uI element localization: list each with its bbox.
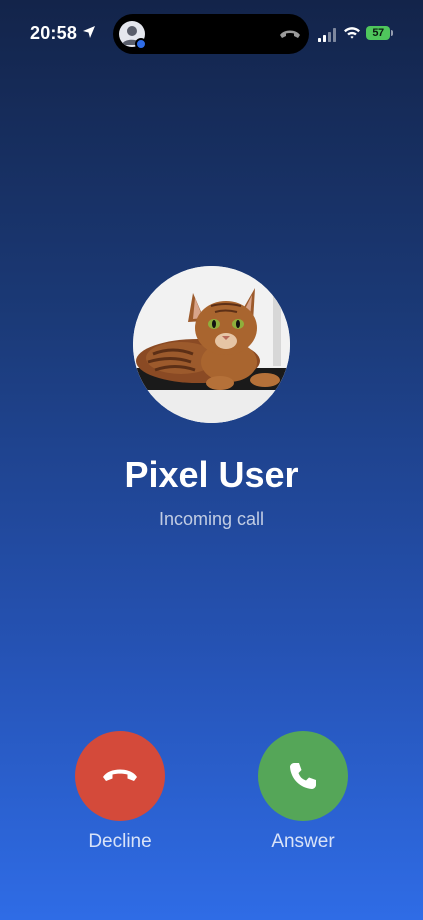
- contact-photo: [133, 266, 290, 423]
- answer-button[interactable]: [258, 731, 348, 821]
- badge-icon: [135, 38, 147, 50]
- cellular-icon: [318, 28, 336, 42]
- decline-button[interactable]: [75, 731, 165, 821]
- dynamic-island[interactable]: [113, 14, 309, 54]
- status-time: 20:58: [30, 23, 78, 43]
- contact-name: Pixel User: [124, 454, 299, 495]
- phone-hangup-icon: [103, 769, 137, 781]
- wifi-icon: [344, 27, 360, 39]
- decline-label: Decline: [88, 831, 152, 852]
- battery-charging-icon: 57: [366, 26, 394, 40]
- phone-icon: [290, 763, 316, 789]
- location-arrow-icon: [83, 26, 95, 38]
- answer-label: Answer: [271, 831, 335, 852]
- status-bar: 20:58 57: [0, 0, 423, 66]
- battery-level: 57: [372, 27, 384, 39]
- phone-hangup-icon: [280, 30, 300, 38]
- call-status: Incoming call: [158, 509, 265, 529]
- cat-photo-icon: [133, 266, 290, 423]
